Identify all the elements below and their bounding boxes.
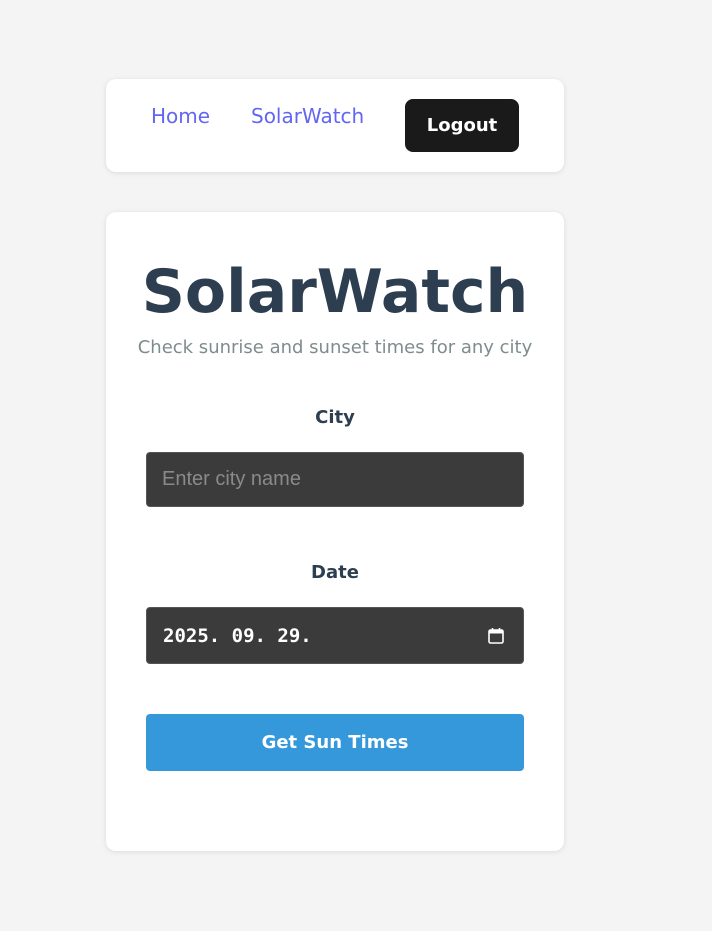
nav-link-home[interactable]: Home (151, 101, 210, 131)
city-label: City (315, 407, 355, 428)
date-value: 2025. 09. 29. (163, 625, 312, 647)
solarwatch-form-card: SolarWatch Check sunrise and sunset time… (106, 212, 564, 851)
city-input[interactable] (146, 452, 524, 507)
date-input[interactable]: 2025. 09. 29. (146, 607, 524, 664)
page-title: SolarWatch (141, 257, 529, 327)
date-label: Date (311, 562, 359, 583)
logout-button[interactable]: Logout (405, 99, 519, 152)
nav-link-solarwatch[interactable]: SolarWatch (251, 101, 364, 131)
navbar: Home SolarWatch Logout (106, 79, 564, 172)
calendar-icon[interactable] (487, 627, 505, 645)
page-subtitle: Check sunrise and sunset times for any c… (137, 337, 533, 358)
get-sun-times-button[interactable]: Get Sun Times (146, 714, 524, 771)
